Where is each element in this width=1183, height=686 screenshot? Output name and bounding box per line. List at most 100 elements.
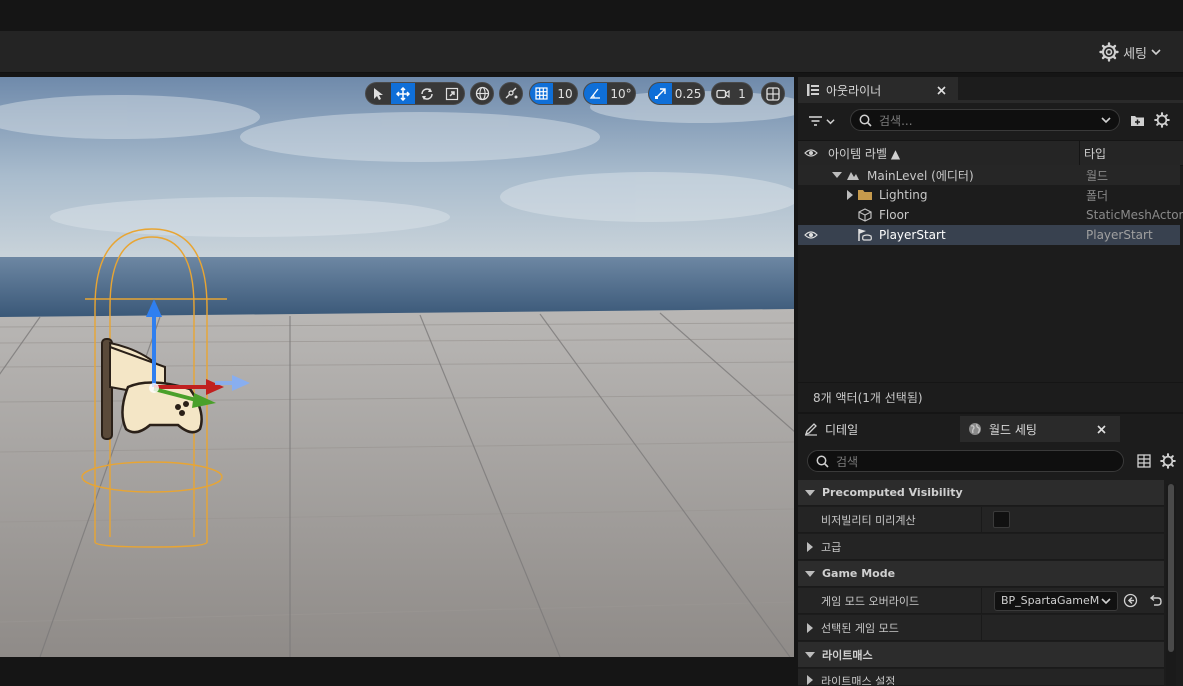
filter-button[interactable]: [808, 112, 844, 130]
rotation-snap-toggle[interactable]: [584, 83, 608, 104]
scale-snap-value[interactable]: 0.25: [672, 83, 704, 104]
tab-strip-edge: [958, 100, 1183, 103]
prop-game-mode-override: 게임 모드 오버라이드 BP_SpartaGameM: [798, 588, 1164, 614]
player-start-icon: [858, 229, 872, 241]
section-title: 라이트매스: [822, 648, 873, 662]
tab-outliner[interactable]: 아웃라이너: [798, 77, 958, 103]
viewport-layout-button[interactable]: [761, 82, 785, 105]
expand-arrow-icon[interactable]: [807, 541, 813, 552]
details-search-placeholder: 검색: [836, 454, 859, 469]
close-icon[interactable]: [1097, 424, 1106, 434]
scale-snap-icon: [655, 88, 666, 99]
outliner-search-input[interactable]: 검색...: [850, 109, 1120, 131]
chevron-down-icon: [1101, 597, 1111, 604]
close-icon[interactable]: [937, 85, 946, 95]
outliner-header: 아이템 라벨 ▲ 타입: [798, 140, 1183, 166]
row-label: PlayerStart: [879, 228, 946, 242]
section-precomputed-visibility[interactable]: Precomputed Visibility: [798, 480, 1164, 506]
details-scrollbar-thumb[interactable]: [1168, 484, 1174, 652]
level-icon: [847, 172, 859, 180]
outliner-row-floor[interactable]: Floor StaticMeshActor: [798, 205, 1183, 225]
expand-arrow-icon[interactable]: [807, 675, 813, 685]
chevron-down-icon: [1101, 117, 1111, 124]
prop-divider: [981, 615, 982, 640]
expand-arrow-icon[interactable]: [832, 172, 842, 178]
grid-icon: [535, 87, 548, 100]
tab-details[interactable]: 디테일: [798, 416, 958, 442]
camera-speed-group[interactable]: 1: [711, 82, 753, 105]
gear-icon[interactable]: [1154, 112, 1170, 128]
scale-snap-toggle[interactable]: [649, 83, 673, 104]
gear-icon: [1099, 42, 1119, 62]
filter-icon: [809, 116, 822, 126]
column-header-label[interactable]: 아이템 라벨 ▲: [828, 145, 900, 162]
settings-label: 세팅: [1123, 46, 1147, 62]
eye-icon[interactable]: [804, 230, 818, 240]
prop-divider: [981, 507, 982, 532]
prop-label: 라이트매스 설정: [821, 675, 896, 686]
outliner-icon: [807, 84, 819, 96]
table-view-icon[interactable]: [1137, 454, 1151, 468]
pencil-icon: [804, 423, 817, 436]
gear-icon[interactable]: [1160, 453, 1176, 469]
rotation-snap-group: 10°: [583, 82, 636, 105]
precompute-visibility-checkbox[interactable]: [993, 511, 1010, 528]
viewport-bottom-bar: [0, 657, 796, 686]
details-scrollbar-track[interactable]: [1166, 484, 1176, 686]
surface-snap-button[interactable]: [499, 82, 523, 105]
row-label: Floor: [879, 208, 909, 222]
outliner-row-mainlevel[interactable]: MainLevel (에디터) 월드: [798, 165, 1180, 185]
main-toolbar: [0, 31, 1183, 73]
collapse-arrow-icon[interactable]: [805, 489, 815, 496]
prop-lightmass-settings[interactable]: 라이트매스 설정: [798, 669, 1164, 686]
prop-selected-game-mode[interactable]: 선택된 게임 모드: [798, 615, 1164, 641]
outliner-row-playerstart[interactable]: PlayerStart PlayerStart: [798, 225, 1180, 245]
outliner-footer: 8개 액터(1개 선택됨): [798, 382, 1183, 412]
row-label: MainLevel (에디터): [867, 168, 974, 183]
rotate-tool-button[interactable]: [415, 83, 440, 104]
game-mode-dropdown[interactable]: BP_SpartaGameM: [994, 590, 1118, 611]
rotation-snap-value[interactable]: 10°: [607, 83, 635, 104]
grid-snap-group: 10: [529, 82, 578, 105]
prop-label: 선택된 게임 모드: [821, 621, 899, 635]
prop-divider: [981, 588, 982, 613]
grid-snap-toggle[interactable]: [530, 83, 554, 104]
scale-tool-button[interactable]: [440, 83, 465, 104]
level-viewport[interactable]: [0, 77, 794, 657]
section-game-mode[interactable]: Game Mode: [798, 561, 1164, 587]
move-tool-button[interactable]: [390, 83, 415, 104]
chevron-down-icon: [1151, 49, 1161, 56]
title-bar: [0, 0, 1183, 31]
layout-icon: [766, 86, 780, 101]
reset-icon[interactable]: [1148, 594, 1162, 607]
expand-arrow-icon[interactable]: [847, 190, 853, 200]
globe-icon: [475, 86, 489, 101]
select-tool-button[interactable]: [366, 83, 391, 104]
tab-world-settings[interactable]: 월드 세팅: [960, 416, 1120, 442]
browse-icon[interactable]: [1123, 593, 1138, 608]
grid-snap-value[interactable]: 10: [553, 83, 577, 104]
section-title: Game Mode: [822, 567, 896, 580]
camera-speed-icon-wrap: [712, 83, 734, 104]
expand-arrow-icon[interactable]: [807, 622, 813, 633]
column-header-type[interactable]: 타입: [1084, 145, 1106, 162]
outliner-row-lighting[interactable]: Lighting 폴더: [798, 185, 1180, 205]
search-icon: [816, 455, 829, 468]
collapse-arrow-icon[interactable]: [805, 651, 815, 658]
eye-icon[interactable]: [804, 148, 818, 158]
collapse-arrow-icon[interactable]: [805, 570, 815, 577]
section-lightmass[interactable]: 라이트매스: [798, 642, 1164, 668]
rotate-icon: [421, 87, 433, 100]
angle-icon: [589, 88, 601, 99]
outliner-search-placeholder: 검색...: [879, 113, 913, 128]
viewport-scene: [0, 77, 794, 657]
add-folder-icon[interactable]: [1130, 113, 1145, 127]
world-local-toggle[interactable]: [470, 82, 494, 105]
transform-tools: [365, 82, 465, 105]
settings-button[interactable]: 세팅: [1099, 42, 1161, 62]
chevron-down-icon: [826, 118, 835, 124]
details-search-input[interactable]: 검색: [807, 450, 1124, 472]
prop-advanced[interactable]: 고급: [798, 534, 1164, 560]
row-type: 월드: [1086, 168, 1109, 183]
camera-speed-value: 1: [738, 86, 746, 101]
